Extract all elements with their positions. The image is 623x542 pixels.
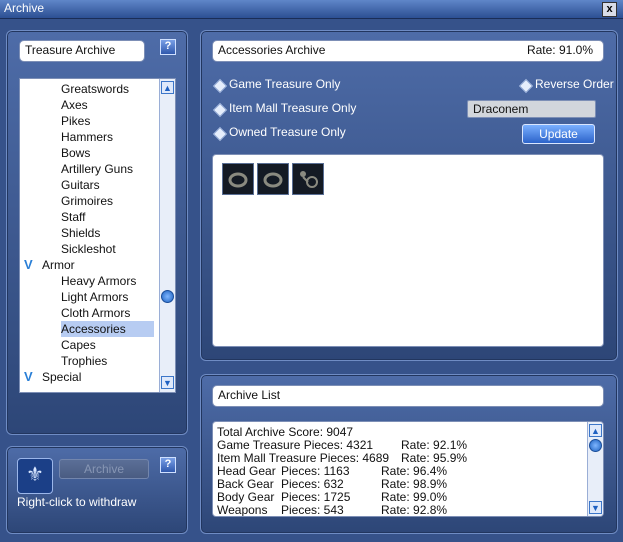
search-field[interactable]: Draconem xyxy=(467,100,596,118)
withdraw-hint: Right-click to withdraw xyxy=(17,495,137,509)
stat-pieces: Pieces: 543 xyxy=(281,503,344,517)
scroll-down-button[interactable]: ▼ xyxy=(161,376,174,389)
ring-item-slot[interactable] xyxy=(257,163,289,195)
scroll-up-button[interactable]: ▲ xyxy=(161,81,174,94)
tree-item[interactable]: Shields xyxy=(61,225,100,241)
tree-group[interactable]: Armor xyxy=(42,257,75,273)
stats-scroll-down-button[interactable]: ▼ xyxy=(589,501,602,514)
scroll-thumb[interactable] xyxy=(161,290,174,303)
tree-item[interactable]: Axes xyxy=(61,97,88,113)
tree-item[interactable]: Staff xyxy=(61,209,85,225)
tree-item[interactable]: Grimoires xyxy=(61,193,113,209)
archive-button[interactable]: Archive xyxy=(59,459,149,479)
title-bar: Archive x xyxy=(0,0,623,19)
stat-rate: Rate: 92.8% xyxy=(381,503,448,517)
tree-item[interactable]: Accessories xyxy=(61,321,154,337)
tree-item[interactable]: Heavy Armors xyxy=(61,273,136,289)
earring-item-slot[interactable] xyxy=(292,163,324,195)
tree-item[interactable]: Bows xyxy=(61,145,90,161)
tree-item[interactable]: Trophies xyxy=(61,353,107,369)
owned-only-label[interactable]: Owned Treasure Only xyxy=(229,124,346,140)
accessories-title: Accessories Archive xyxy=(218,43,326,57)
fleur-icon: ⚜ xyxy=(17,458,53,494)
ring-item-slot[interactable] xyxy=(222,163,254,195)
stats-scroll-thumb[interactable] xyxy=(589,439,602,452)
archive-list-header: Archive List xyxy=(212,385,604,407)
game-only-label[interactable]: Game Treasure Only xyxy=(229,76,340,92)
update-button[interactable]: Update xyxy=(522,124,595,144)
expand-icon[interactable]: V xyxy=(24,370,36,383)
ring-icon xyxy=(228,172,248,188)
category-tree: Greatswords Axes Pikes Hammers Bows Artillery… xyxy=(19,78,176,393)
category-help-button[interactable]: ? xyxy=(160,39,176,55)
accessories-rate: Rate: 91.0% xyxy=(526,43,593,57)
tree-item[interactable]: Pikes xyxy=(61,113,90,129)
archive-window: Treasure Archive ? Greatswords Axes Pikes H… xyxy=(0,19,623,542)
stats-scroll-up-button[interactable]: ▲ xyxy=(589,424,602,437)
tree-item[interactable]: Guitars xyxy=(61,177,100,193)
expand-icon[interactable]: V xyxy=(24,258,36,271)
tree-item[interactable]: Hammers xyxy=(61,129,113,145)
category-field: Treasure Archive xyxy=(19,40,145,62)
tree-item[interactable]: Capes xyxy=(61,337,96,353)
tree-item[interactable]: Greatswords xyxy=(61,81,129,97)
reverse-order-label[interactable]: Reverse Order xyxy=(535,76,614,92)
withdraw-help-button[interactable]: ? xyxy=(160,457,176,473)
close-button[interactable]: x xyxy=(602,2,617,17)
item-grid xyxy=(212,154,604,347)
window-title: Archive xyxy=(4,1,45,15)
tree-scrollbar[interactable]: ▲ ▼ xyxy=(159,79,175,392)
archive-stats: Total Archive Score: 9047 Game Treasure P… xyxy=(212,421,604,517)
ring-icon xyxy=(263,172,283,188)
tree-group[interactable]: Special xyxy=(42,369,81,385)
mall-only-label[interactable]: Item Mall Treasure Only xyxy=(229,100,356,116)
tree-item[interactable]: Artillery Guns xyxy=(61,161,133,177)
accessories-header: Accessories Archive Rate: 91.0% xyxy=(212,40,604,62)
stat-label: Weapons xyxy=(217,503,268,517)
tree-item[interactable]: Sickleshot xyxy=(61,241,116,257)
tree-item[interactable]: Light Armors xyxy=(61,289,128,305)
earring-icon xyxy=(300,171,318,188)
stats-scrollbar[interactable]: ▲ ▼ xyxy=(587,422,603,516)
tree-item[interactable]: Cloth Armors xyxy=(61,305,130,321)
